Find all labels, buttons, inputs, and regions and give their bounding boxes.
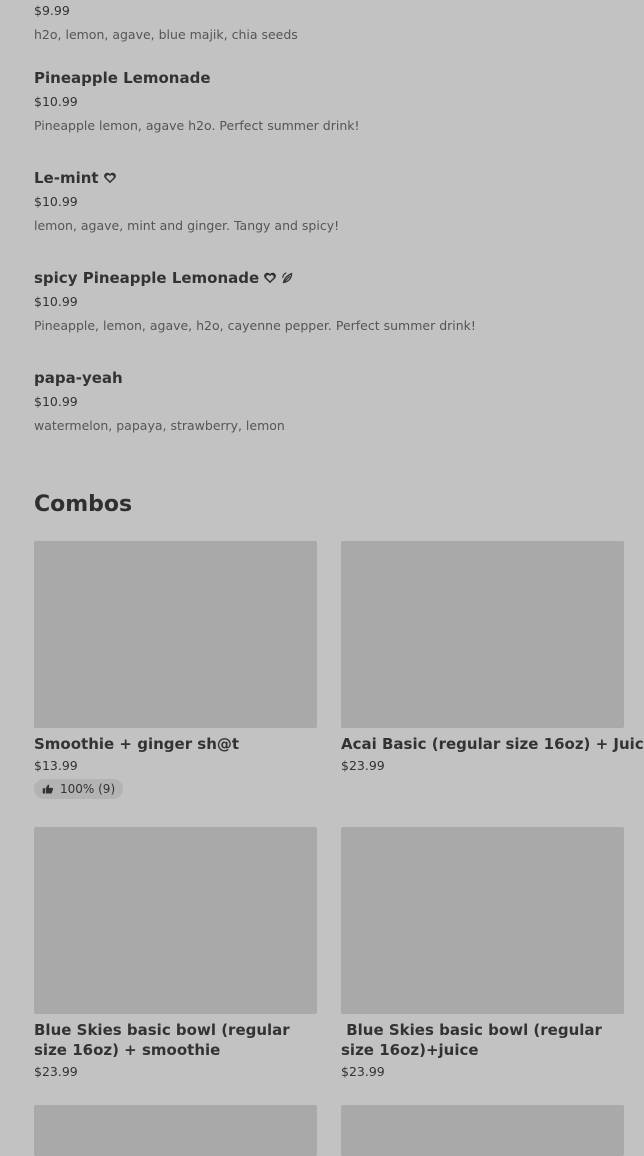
leaf-icon	[282, 272, 293, 284]
item-description: lemon, agave, mint and ginger. Tangy and…	[34, 218, 340, 233]
item-description: h2o, lemon, agave, blue majik, chia seed…	[34, 27, 298, 42]
item-description: Pineapple, lemon, agave, h2o, cayenne pe…	[34, 318, 476, 333]
combo-name: Blue Skies basic bowl (regular size 16oz…	[341, 1021, 608, 1059]
combo-name: Smoothie + ginger sh@t	[34, 735, 240, 753]
combo-image[interactable]	[341, 1105, 624, 1156]
item-price: $10.99	[34, 94, 78, 109]
rating-text: 100% (9)	[60, 782, 116, 796]
combo-card[interactable]: Blue Skies basic bowl (regular size 16oz…	[341, 827, 624, 1079]
combo-card[interactable]: Acai Basic (regular size 16oz) + Juice $…	[341, 541, 644, 773]
item-description: watermelon, papaya, strawberry, lemon	[34, 418, 285, 433]
combo-card[interactable]	[341, 1105, 624, 1156]
item-name: spicy Pineapple Lemonade	[34, 269, 295, 287]
combo-name: Blue Skies basic bowl (regular size 16oz…	[34, 1021, 290, 1059]
combo-name: Acai Basic (regular size 16oz) + Juice	[341, 735, 644, 753]
thumbs-up-icon	[42, 784, 54, 794]
item-price: $10.99	[34, 294, 78, 309]
item-name: papa-yeah	[34, 369, 123, 387]
combo-image[interactable]	[341, 827, 624, 1014]
combo-card[interactable]	[34, 1105, 317, 1156]
combo-card[interactable]: Smoothie + ginger sh@t $13.99 100% (9)	[34, 541, 317, 799]
item-name: Pineapple Lemonade	[34, 69, 211, 87]
heart-icon	[264, 272, 277, 284]
combo-price: $23.99	[34, 1064, 78, 1079]
combo-image[interactable]	[34, 541, 317, 728]
rating-badge: 100% (9)	[34, 779, 124, 799]
combo-card[interactable]: Blue Skies basic bowl (regular size 16oz…	[34, 827, 317, 1079]
item-price: $10.99	[34, 394, 78, 409]
heart-icon	[103, 172, 116, 184]
section-title: Combos	[34, 492, 133, 517]
combo-image[interactable]	[34, 1105, 317, 1156]
item-price: $10.99	[34, 194, 78, 209]
item-description: Pineapple lemon, agave h2o. Perfect summ…	[34, 118, 360, 133]
combo-price: $23.99	[341, 758, 385, 773]
combo-image[interactable]	[34, 827, 317, 1014]
combo-price: $13.99	[34, 758, 78, 773]
item-name: Le-mint	[34, 169, 117, 187]
combo-image[interactable]	[341, 541, 624, 728]
item-price: $9.99	[34, 3, 70, 18]
combo-price: $23.99	[341, 1064, 385, 1079]
